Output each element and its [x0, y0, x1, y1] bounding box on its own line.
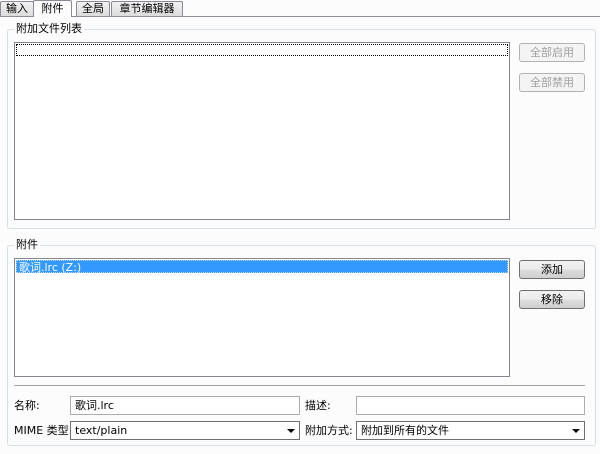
mime-type-label: MIME 类型:: [14, 424, 73, 437]
tab-chapter-editor[interactable]: 章节编辑器: [111, 1, 183, 16]
attachments-group-title: 附件: [14, 238, 40, 252]
mime-type-value: text/plain: [75, 424, 128, 437]
tab-input[interactable]: 输入: [0, 1, 34, 16]
list-item[interactable]: 歌词.lrc (Z:): [16, 260, 508, 274]
tab-bar: 输入 附件 全局 章节编辑器: [0, 0, 600, 18]
name-field[interactable]: 歌词.lrc: [70, 396, 300, 415]
tab-attachments[interactable]: 附件: [33, 0, 72, 17]
chevron-down-icon: [287, 429, 295, 433]
attached-files-list[interactable]: [14, 42, 510, 220]
attachments-list[interactable]: 歌词.lrc (Z:): [14, 258, 510, 377]
attached-files-group-title: 附加文件列表: [14, 22, 84, 36]
disable-all-button[interactable]: 全部禁用: [519, 73, 585, 92]
description-field[interactable]: [356, 396, 585, 415]
description-label: 描述:: [305, 399, 331, 412]
tab-bar-baseline: [0, 16, 600, 17]
attach-mode-value: 附加到所有的文件: [361, 424, 449, 437]
attach-mode-select[interactable]: 附加到所有的文件: [356, 421, 585, 440]
enable-all-button[interactable]: 全部启用: [519, 43, 585, 62]
chevron-down-icon: [572, 429, 580, 433]
tab-global[interactable]: 全局: [76, 1, 110, 16]
remove-button[interactable]: 移除: [519, 290, 585, 309]
add-button[interactable]: 添加: [519, 260, 585, 279]
attachments-panel: 输入 附件 全局 章节编辑器 附加文件列表 全部启用 全部禁用 附件 歌词.lr…: [0, 0, 600, 454]
attach-mode-label: 附加方式:: [305, 424, 353, 437]
name-label: 名称:: [14, 399, 40, 412]
mime-type-select[interactable]: text/plain: [70, 421, 300, 440]
separator-highlight: [14, 386, 585, 387]
list-focus-rect: [16, 44, 508, 56]
